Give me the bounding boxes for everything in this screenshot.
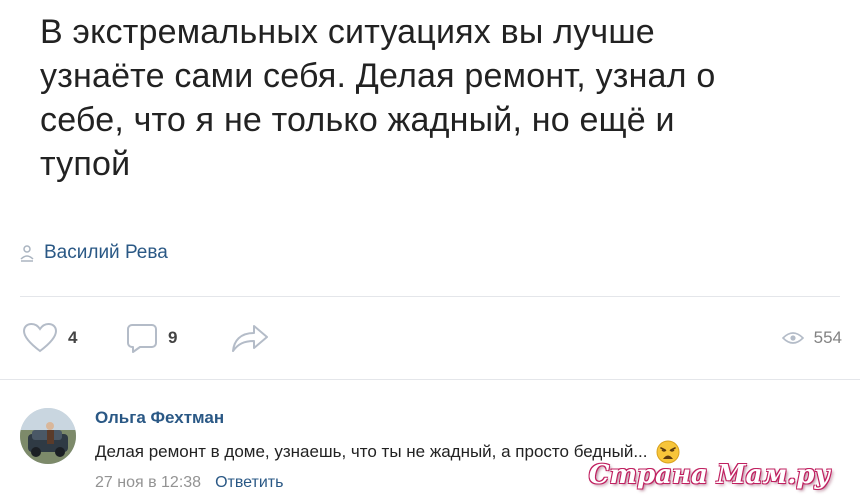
- share-button[interactable]: [230, 318, 270, 358]
- eye-icon: [781, 332, 804, 344]
- comment-icon: [127, 324, 157, 353]
- views-count: 554: [813, 328, 842, 347]
- comment-count: 9: [168, 328, 178, 347]
- post-text-line: В экстремальных ситуациях вы лучше: [40, 13, 655, 51]
- post-text: В экстремальных ситуациях вы лучше узнаё…: [40, 10, 830, 186]
- post-author[interactable]: Василий Рева: [20, 240, 168, 266]
- author-name[interactable]: Василий Рева: [44, 242, 168, 264]
- comment-author[interactable]: Ольга Фехтман: [95, 408, 224, 428]
- divider: [0, 379, 860, 380]
- post-actions: 4 9 554: [22, 318, 842, 358]
- like-count: 4: [68, 328, 78, 347]
- comment-meta: 27 ноя в 12:38 Ответить: [95, 474, 283, 492]
- user-icon: [20, 245, 34, 262]
- avatar[interactable]: [20, 408, 76, 464]
- heart-icon: [22, 322, 58, 353]
- comment-date[interactable]: 27 ноя в 12:38: [95, 474, 201, 492]
- post-text-line: тупой: [40, 145, 131, 183]
- views-counter: 554: [781, 318, 842, 358]
- post-text-line: узнаёте сами себя. Делая ремонт, узнал о: [40, 57, 716, 95]
- comment-text: Делая ремонт в доме, узнаешь, что ты не …: [95, 442, 648, 461]
- post-text-line: себе, что я не только жадный, но ещё и: [40, 101, 675, 139]
- watermark: Страна Мам.ру: [588, 460, 830, 490]
- like-button[interactable]: 4: [22, 318, 77, 358]
- divider: [20, 296, 840, 297]
- avatar-photo: [20, 408, 76, 464]
- share-icon: [232, 325, 268, 352]
- comment-button[interactable]: 9: [126, 318, 177, 358]
- reply-link[interactable]: Ответить: [215, 474, 283, 492]
